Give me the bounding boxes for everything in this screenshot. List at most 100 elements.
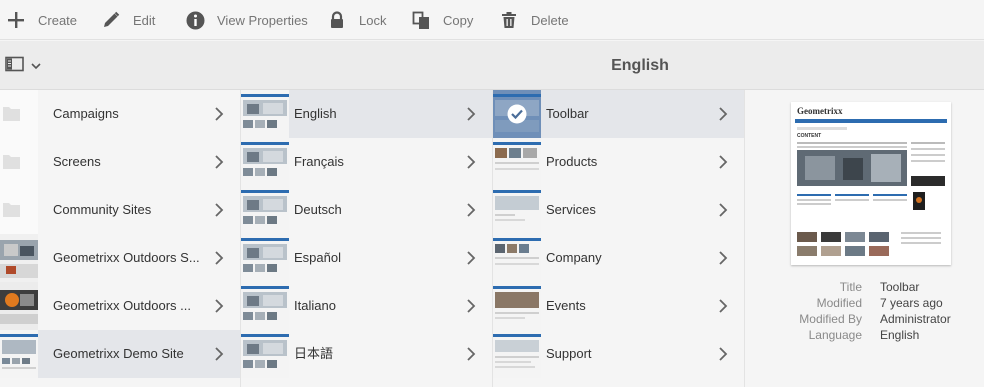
column-item-screens[interactable]: Screens <box>0 138 240 186</box>
page-thumbnail <box>493 138 541 186</box>
chevron-right-icon <box>719 251 728 265</box>
column-item-label: Services <box>546 202 596 217</box>
create-button[interactable]: Create <box>6 0 77 40</box>
chevron-down-icon <box>31 57 41 75</box>
column-item-campaigns[interactable]: Campaigns <box>0 90 240 138</box>
page-title: English <box>611 57 669 74</box>
check-circle-icon <box>507 104 527 124</box>
page-thumbnail <box>0 234 38 282</box>
column-item-label: English <box>294 106 337 121</box>
chevron-right-icon <box>467 107 476 121</box>
column-item-products[interactable]: Products <box>493 138 744 186</box>
meta-row-modified-by: Modified By Administrator <box>745 312 984 328</box>
info-icon <box>185 10 205 30</box>
copy-label: Copy <box>443 12 474 28</box>
column-view-header: English <box>0 41 984 90</box>
column-item-english[interactable]: English <box>241 90 492 138</box>
meta-row-modified: Modified 7 years ago <box>745 296 984 312</box>
page-metadata: Title Toolbar Modified 7 years ago Modif… <box>745 280 984 344</box>
column-item-deutsch[interactable]: Deutsch <box>241 186 492 234</box>
preview-panel: Geometrixx CONTENT Title Toolbar Modifie… <box>745 90 984 387</box>
page-thumbnail <box>493 186 541 234</box>
create-label: Create <box>38 12 78 28</box>
chevron-right-icon <box>719 203 728 217</box>
delete-button[interactable]: Delete <box>499 0 569 40</box>
column-item-label: Events <box>546 298 586 313</box>
column-item-label: Community Sites <box>53 202 152 217</box>
copy-icon <box>411 10 431 30</box>
column-item-events[interactable]: Events <box>493 282 744 330</box>
meta-value: 7 years ago <box>880 296 943 310</box>
sidebar-icon <box>5 56 25 77</box>
pencil-icon <box>101 10 121 30</box>
meta-key: Modified By <box>799 312 862 326</box>
column-item-label: Products <box>546 154 598 169</box>
column-item-label: Campaigns <box>53 106 119 121</box>
edit-label: Edit <box>133 12 156 28</box>
chevron-right-icon <box>467 251 476 265</box>
column-item-label: Français <box>294 154 344 169</box>
chevron-right-icon <box>215 347 224 361</box>
column-item-label: 日本語 <box>294 346 334 361</box>
chevron-right-icon <box>215 155 224 169</box>
action-toolbar: Create Edit View Properties Lock Copy De… <box>0 0 984 40</box>
column-item-label: Geometrixx Demo Site <box>53 346 184 361</box>
column-item-label: Toolbar <box>546 106 589 121</box>
chevron-right-icon <box>719 155 728 169</box>
page-thumbnail <box>493 234 541 282</box>
copy-button[interactable]: Copy <box>411 0 473 40</box>
meta-value: Administrator <box>880 312 951 326</box>
page-thumbnail <box>241 282 289 330</box>
page-thumbnail <box>241 330 289 378</box>
plus-icon <box>6 10 26 30</box>
chevron-right-icon <box>719 347 728 361</box>
column-item-label: Geometrixx Outdoors ... <box>53 298 191 313</box>
column-item-label: Company <box>546 250 602 265</box>
folder-icon <box>0 90 38 138</box>
chevron-right-icon <box>467 299 476 313</box>
column-item-geometrixx-outdoors[interactable]: Geometrixx Outdoors ... <box>0 282 240 330</box>
column-item-community-sites[interactable]: Community Sites <box>0 186 240 234</box>
trash-icon <box>499 10 519 30</box>
chevron-right-icon <box>719 107 728 121</box>
chevron-right-icon <box>215 299 224 313</box>
column-item-francais[interactable]: Français <box>241 138 492 186</box>
column-item-label: Screens <box>53 154 101 169</box>
column-item-espanol[interactable]: Español <box>241 234 492 282</box>
chevron-right-icon <box>215 251 224 265</box>
chevron-right-icon <box>467 347 476 361</box>
column-item-italiano[interactable]: Italiano <box>241 282 492 330</box>
folder-icon <box>0 186 38 234</box>
column-item-geometrixx-outdoors-site[interactable]: Geometrixx Outdoors S... <box>0 234 240 282</box>
page-thumbnail <box>493 90 541 138</box>
meta-row-language: Language English <box>745 328 984 344</box>
chevron-right-icon <box>215 203 224 217</box>
column-item-geometrixx-demo-site[interactable]: Geometrixx Demo Site <box>0 330 240 378</box>
lock-label: Lock <box>359 12 387 28</box>
page-preview-thumbnail: Geometrixx CONTENT <box>791 102 951 265</box>
meta-row-title: Title Toolbar <box>745 280 984 296</box>
chevron-right-icon <box>719 299 728 313</box>
column-item-label: Español <box>294 250 341 265</box>
meta-key: Title <box>839 280 862 294</box>
column-item-support[interactable]: Support <box>493 330 744 378</box>
lock-icon <box>327 10 347 30</box>
page-thumbnail <box>241 234 289 282</box>
chevron-right-icon <box>467 155 476 169</box>
edit-button[interactable]: Edit <box>101 0 155 40</box>
column-item-toolbar[interactable]: Toolbar <box>493 90 744 138</box>
view-properties-button[interactable]: View Properties <box>185 0 308 40</box>
lock-button[interactable]: Lock <box>327 0 386 40</box>
rail-toggle-button[interactable] <box>5 56 45 76</box>
page-thumbnail <box>493 330 541 378</box>
column-item-label: Deutsch <box>294 202 342 217</box>
meta-value: Toolbar <box>880 280 920 294</box>
page-thumbnail <box>241 90 289 138</box>
column-item-japanese[interactable]: 日本語 <box>241 330 492 378</box>
column-item-company[interactable]: Company <box>493 234 744 282</box>
page-thumbnail <box>493 282 541 330</box>
column-item-services[interactable]: Services <box>493 186 744 234</box>
page-thumbnail <box>241 186 289 234</box>
page-thumbnail <box>0 282 38 330</box>
meta-key: Language <box>808 328 862 342</box>
